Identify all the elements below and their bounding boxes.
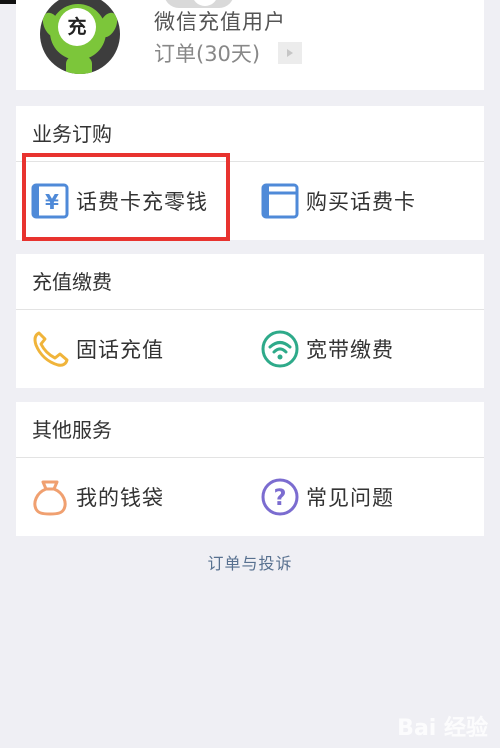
orders-link[interactable]: 订单(30天): [154, 38, 260, 68]
chevron-right-icon[interactable]: [278, 42, 302, 64]
item-label: 常见问题: [306, 486, 394, 510]
avatar: 充: [40, 0, 120, 74]
item-label: 我的钱袋: [76, 486, 164, 510]
phone-icon: [30, 329, 70, 369]
watermark: Bai 经验: [397, 716, 488, 741]
user-name: 微信充值用户: [154, 10, 286, 34]
item-label: 固话充值: [76, 338, 164, 362]
highlight-box: [22, 153, 230, 241]
avatar-body: [66, 56, 92, 74]
recharge-section: 充值缴费 固话充值 宽带缴费: [16, 254, 484, 388]
question-icon: ?: [260, 477, 300, 517]
item-label: 购买话费卡: [306, 190, 416, 214]
orders-complaints-link[interactable]: 订单与投诉: [0, 550, 500, 574]
profile-card[interactable]: 充 微信充值用户 订单(30天): [16, 0, 484, 90]
card-icon: [260, 181, 300, 221]
avatar-character: 充: [58, 8, 96, 46]
section-title-recharge: 充值缴费: [32, 270, 112, 294]
item-broadband-payment[interactable]: 宽带缴费: [260, 310, 480, 388]
item-landline-recharge[interactable]: 固话充值: [30, 310, 250, 388]
other-section: 其他服务 我的钱袋 ? 常见问题: [16, 402, 484, 536]
section-title-other: 其他服务: [32, 418, 112, 442]
svg-text:?: ?: [274, 486, 287, 511]
wifi-icon: [260, 329, 300, 369]
item-label: 宽带缴费: [306, 338, 394, 362]
item-my-wallet[interactable]: 我的钱袋: [30, 458, 250, 536]
item-faq[interactable]: ? 常见问题: [260, 458, 480, 536]
money-bag-icon: [30, 477, 70, 517]
item-buy-phone-card[interactable]: 购买话费卡: [260, 162, 480, 240]
